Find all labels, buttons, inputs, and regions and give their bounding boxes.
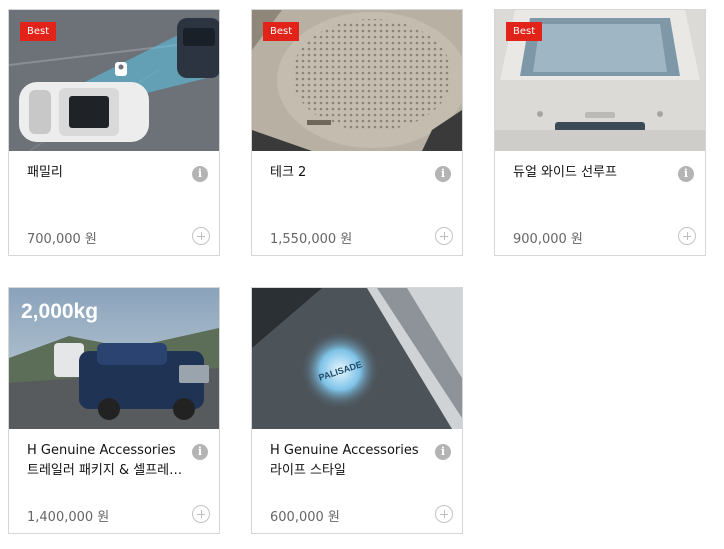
best-badge: Best <box>506 22 543 41</box>
add-plus-icon[interactable] <box>678 227 696 245</box>
product-card[interactable]: 2,000kg H Genuine Accessories 트레일러 패키지 &… <box>8 287 220 534</box>
product-card[interactable]: Best 테크 2 i 1,550,000 원 <box>251 9 463 256</box>
add-plus-icon[interactable] <box>435 227 453 245</box>
info-icon[interactable]: i <box>192 444 208 460</box>
product-image[interactable]: 2,000kg <box>9 288 219 429</box>
add-plus-icon[interactable] <box>435 505 453 523</box>
best-badge: Best <box>263 22 300 41</box>
info-icon[interactable]: i <box>435 444 451 460</box>
product-title[interactable]: H Genuine Accessories 트레일러 패키지 & 셀프레벨라이저 <box>27 441 187 481</box>
info-icon[interactable]: i <box>678 166 694 182</box>
product-card[interactable]: PALISADE H Genuine Accessories 라이프 스타일 i… <box>251 287 463 534</box>
product-title[interactable]: H Genuine Accessories 라이프 스타일 <box>270 441 430 481</box>
product-title[interactable]: 패밀리 <box>27 163 187 183</box>
info-icon[interactable]: i <box>192 166 208 182</box>
product-card[interactable]: Best 듀얼 와이드 선루프 i 900,000 원 <box>494 9 706 256</box>
add-plus-icon[interactable] <box>192 227 210 245</box>
product-title[interactable]: 듀얼 와이드 선루프 <box>513 163 673 183</box>
product-card[interactable]: Best 패밀리 i 700,000 원 <box>8 9 220 256</box>
product-price: 600,000 원 <box>270 510 340 525</box>
product-price: 900,000 원 <box>513 232 583 247</box>
product-price: 700,000 원 <box>27 232 97 247</box>
add-plus-icon[interactable] <box>192 505 210 523</box>
product-price: 1,550,000 원 <box>270 232 353 247</box>
info-icon[interactable]: i <box>435 166 451 182</box>
product-image[interactable]: PALISADE <box>252 288 462 429</box>
weight-label: 2,000kg <box>21 300 98 323</box>
best-badge: Best <box>20 22 57 41</box>
product-title[interactable]: 테크 2 <box>270 163 430 183</box>
product-price: 1,400,000 원 <box>27 510 110 525</box>
